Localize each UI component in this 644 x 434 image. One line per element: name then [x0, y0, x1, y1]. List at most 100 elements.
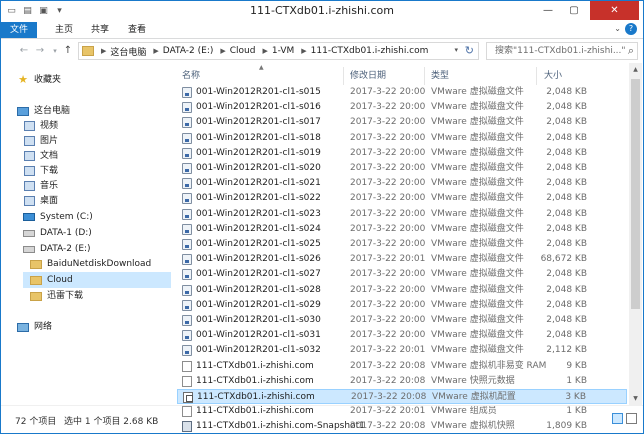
- navigation-pane: ★ 收藏夹 这台电脑 视频 图片 文档 下载 音乐 桌面 System (C:)…: [1, 63, 173, 405]
- file-type: VMware 虚拟磁盘文件: [431, 87, 524, 97]
- file-row[interactable]: 111-CTXdb01.i-zhishi.com 2017-3-22 20:08 V…: [177, 389, 627, 404]
- breadcrumb-data2[interactable]: DATA-2 (E:): [163, 46, 214, 56]
- tab-home[interactable]: 主页: [49, 22, 79, 38]
- file-row[interactable]: 001-Win2012R201-cl1-s020 2017-3-22 20:00 V…: [177, 161, 627, 176]
- file-size: 2,048 KB: [546, 193, 587, 204]
- nav-item-favorites[interactable]: ★ 收藏夹: [17, 72, 61, 88]
- file-name: 001-Win2012R201-cl1-s019: [196, 147, 321, 158]
- file-type: VMware 虚拟磁盘文件: [431, 178, 524, 189]
- network-icon: [17, 321, 29, 333]
- nav-item-system-c[interactable]: System (C:): [23, 209, 93, 225]
- file-row[interactable]: 001-Win2012R201-cl1-s021 2017-3-22 20:00 V…: [177, 176, 627, 191]
- search-icon[interactable]: ⌕: [628, 43, 634, 59]
- recent-locations-icon[interactable]: ▾: [48, 44, 62, 58]
- nav-item-pictures[interactable]: 图片: [23, 133, 58, 149]
- file-row[interactable]: 001-Win2012R201-cl1-s025 2017-3-22 20:00 V…: [177, 237, 627, 252]
- scroll-down-icon[interactable]: ▼: [629, 392, 642, 405]
- nav-item-data2-e[interactable]: DATA-2 (E:): [23, 241, 91, 257]
- nav-item-documents[interactable]: 文档: [23, 148, 58, 164]
- vmdk-file-icon: [182, 147, 192, 159]
- address-dropdown-icon[interactable]: ▾: [454, 46, 458, 54]
- breadcrumb-cloud[interactable]: Cloud: [230, 46, 256, 56]
- file-date: 2017-3-22 20:00: [350, 208, 426, 219]
- file-row[interactable]: 001-Win2012R201-cl1-s028 2017-3-22 20:00 V…: [177, 283, 627, 298]
- file-row[interactable]: 001-Win2012R201-cl1-s016 2017-3-22 20:00 V…: [177, 100, 627, 115]
- tab-share[interactable]: 共享: [85, 22, 115, 38]
- chevron-right-icon[interactable]: ▶: [220, 47, 225, 55]
- column-header-type[interactable]: 类型: [431, 69, 449, 83]
- file-name: 001-Win2012R201-cl1-s016: [196, 102, 321, 113]
- refresh-icon[interactable]: ↻: [465, 44, 474, 57]
- file-row[interactable]: 001-Win2012R201-cl1-s018 2017-3-22 20:00 V…: [177, 131, 627, 146]
- breadcrumb-1vm[interactable]: 1-VM: [272, 46, 294, 56]
- chevron-right-icon[interactable]: ▶: [101, 47, 106, 55]
- file-type: VMware 虚拟磁盘文件: [431, 330, 524, 341]
- file-row[interactable]: 001-Win2012R201-cl1-s030 2017-3-22 20:00 V…: [177, 313, 627, 328]
- back-arrow-icon[interactable]: ←: [17, 44, 31, 58]
- chevron-right-icon[interactable]: ▶: [153, 47, 158, 55]
- drive-icon: [23, 243, 35, 255]
- file-name: 001-Win2012R201-cl1-s015: [196, 87, 321, 97]
- file-row[interactable]: 001-Win2012R201-cl1-s023 2017-3-22 20:00 V…: [177, 207, 627, 222]
- file-type: VMware 虚拟磁盘文件: [431, 315, 524, 325]
- file-type: VMware 快照元数据: [431, 375, 515, 386]
- nav-item-cloud[interactable]: Cloud: [23, 272, 171, 288]
- nav-item-baidu[interactable]: BaiduNetdiskDownload: [30, 256, 151, 272]
- column-header-date[interactable]: 修改日期: [350, 69, 386, 83]
- column-divider[interactable]: [343, 67, 344, 85]
- breadcrumb-this-pc[interactable]: 这台电脑: [110, 45, 146, 58]
- nav-item-xunlei[interactable]: 迅雷下载: [30, 288, 83, 304]
- tab-file[interactable]: 文件: [1, 22, 37, 38]
- breadcrumb-current-folder[interactable]: 111-CTXdb01.i-zhishi.com: [311, 46, 429, 56]
- vertical-scrollbar[interactable]: ▲ ▼: [629, 63, 642, 405]
- large-icons-view-icon[interactable]: [626, 413, 637, 424]
- file-row[interactable]: 001-Win2012R201-cl1-s032 2017-3-22 20:01 V…: [177, 343, 627, 358]
- address-bar[interactable]: ▶ 这台电脑 ▶ DATA-2 (E:) ▶ Cloud ▶ 1-VM ▶ 11…: [78, 42, 479, 60]
- nav-item-network[interactable]: 网络: [17, 319, 52, 335]
- file-row[interactable]: 001-Win2012R201-cl1-s027 2017-3-22 20:00 V…: [177, 267, 627, 282]
- vmdk-file-icon: [182, 345, 192, 357]
- chevron-right-icon[interactable]: ▶: [301, 47, 306, 55]
- file-row[interactable]: 001-Win2012R201-cl1-s031 2017-3-22 20:00 V…: [177, 328, 627, 343]
- file-row[interactable]: 111-CTXdb01.i-zhishi.com 2017-3-22 20:08 V…: [177, 359, 627, 374]
- file-date: 2017-3-22 20:08: [351, 392, 427, 402]
- column-header-size[interactable]: 大小: [544, 69, 562, 83]
- forward-arrow-icon[interactable]: →: [33, 44, 47, 58]
- nav-item-music[interactable]: 音乐: [23, 178, 58, 194]
- nav-item-downloads[interactable]: 下载: [23, 163, 58, 179]
- file-row[interactable]: 001-Win2012R201-cl1-s015 2017-3-22 20:00 V…: [177, 85, 627, 100]
- file-row[interactable]: 001-Win2012R201-cl1-s017 2017-3-22 20:00 V…: [177, 115, 627, 130]
- file-size: 2,048 KB: [546, 299, 587, 310]
- scrollbar-thumb[interactable]: [631, 79, 640, 309]
- nav-item-videos[interactable]: 视频: [23, 118, 58, 134]
- file-row[interactable]: 001-Win2012R201-cl1-s026 2017-3-22 20:01 V…: [177, 252, 627, 267]
- nav-item-desktop[interactable]: 桌面: [23, 193, 58, 209]
- computer-icon: [17, 105, 29, 117]
- scroll-up-icon[interactable]: ▲: [629, 63, 642, 76]
- file-size: 2,048 KB: [546, 330, 587, 341]
- search-input[interactable]: 搜索"111-CTXdb01.i-zhishi..." ⌕: [486, 42, 638, 60]
- nav-item-data1-d[interactable]: DATA-1 (D:): [23, 225, 92, 241]
- up-arrow-icon[interactable]: ↑: [61, 44, 75, 58]
- file-name: 111-CTXdb01.i-zhishi.com: [196, 360, 314, 371]
- file-row[interactable]: 001-Win2012R201-cl1-s029 2017-3-22 20:00 V…: [177, 298, 627, 313]
- nav-item-this-pc[interactable]: 这台电脑: [17, 103, 70, 119]
- file-row[interactable]: 111-CTXdb01.i-zhishi.com 2017-3-22 20:08 V…: [177, 374, 627, 389]
- maximize-button[interactable]: ▢: [562, 1, 586, 20]
- details-view-icon[interactable]: [612, 413, 623, 424]
- chevron-right-icon[interactable]: ▶: [262, 47, 267, 55]
- ribbon-expand-icon[interactable]: ⌄: [614, 24, 621, 33]
- file-row[interactable]: 001-Win2012R201-cl1-s022 2017-3-22 20:00 V…: [177, 191, 627, 206]
- tab-view[interactable]: 查看: [122, 22, 152, 38]
- file-row[interactable]: 001-Win2012R201-cl1-s024 2017-3-22 20:00 V…: [177, 222, 627, 237]
- drive-icon: [23, 227, 35, 239]
- column-divider[interactable]: [536, 67, 537, 85]
- minimize-button[interactable]: —: [536, 1, 560, 20]
- close-button[interactable]: ✕: [590, 1, 639, 20]
- nav-item-label: DATA-2 (E:): [40, 244, 91, 254]
- help-icon[interactable]: ?: [625, 23, 637, 35]
- column-divider[interactable]: [424, 67, 425, 85]
- file-row[interactable]: 001-Win2012R201-cl1-s019 2017-3-22 20:00 V…: [177, 146, 627, 161]
- file-date: 2017-3-22 20:00: [350, 223, 426, 234]
- column-header-name[interactable]: 名称: [182, 69, 200, 83]
